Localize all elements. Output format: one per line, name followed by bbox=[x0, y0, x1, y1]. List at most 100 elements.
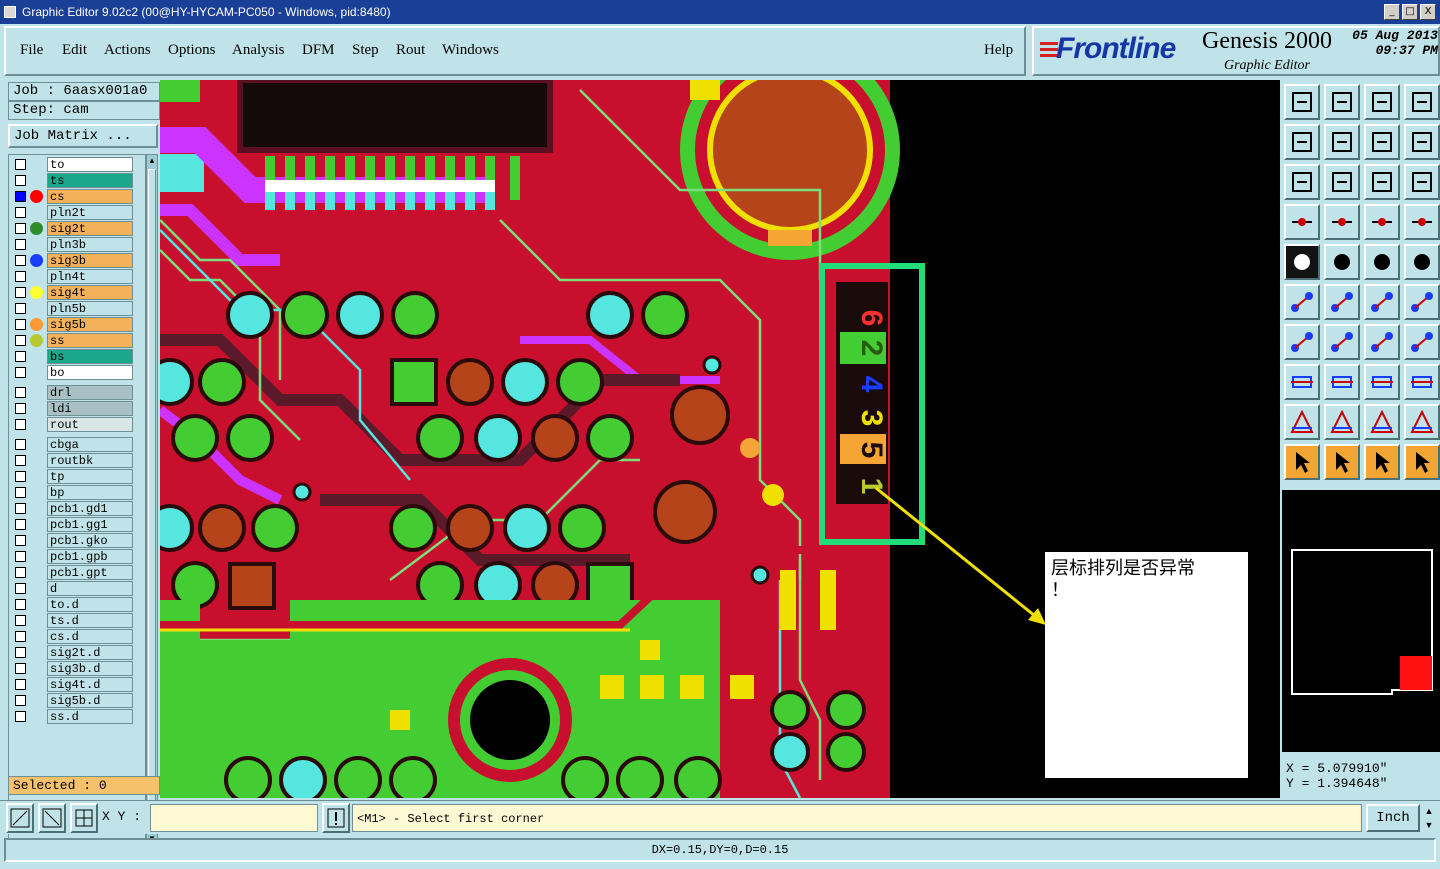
layer-row-sig5b[interactable]: sig5b bbox=[11, 317, 133, 332]
layer-row-pln5b[interactable]: pln5b bbox=[11, 301, 133, 316]
zoom-panel-icon[interactable] bbox=[1404, 84, 1440, 120]
layer-row-pcb1-gko[interactable]: pcb1.gko bbox=[11, 533, 133, 548]
layer-row-sig4t[interactable]: sig4t bbox=[11, 285, 133, 300]
layer-name[interactable]: ss.d bbox=[47, 709, 133, 724]
menu-rout[interactable]: Rout bbox=[396, 42, 425, 59]
menu-file[interactable]: File bbox=[20, 42, 43, 59]
menu-options[interactable]: Options bbox=[168, 42, 216, 59]
layer-color-dot[interactable] bbox=[30, 190, 43, 203]
layer-checkbox[interactable] bbox=[15, 487, 26, 498]
layer-name[interactable]: ldi bbox=[47, 401, 133, 416]
layer-row-bs[interactable]: bs bbox=[11, 349, 133, 364]
layer-name[interactable]: ts bbox=[47, 173, 133, 188]
layer-name[interactable]: sig4t bbox=[47, 285, 133, 300]
layer-row-pln3b[interactable]: pln3b bbox=[11, 237, 133, 252]
layer-checkbox[interactable] bbox=[15, 519, 26, 530]
layer-checkbox[interactable] bbox=[15, 303, 26, 314]
menu-actions[interactable]: Actions bbox=[104, 42, 151, 59]
layer-name[interactable]: sig3b bbox=[47, 253, 133, 268]
layer-name[interactable]: pcb1.gpb bbox=[47, 549, 133, 564]
layer-checkbox[interactable] bbox=[15, 695, 26, 706]
minimize-button[interactable]: _ bbox=[1384, 4, 1400, 20]
layer-name[interactable]: bp bbox=[47, 485, 133, 500]
layer-name[interactable]: bo bbox=[47, 365, 133, 380]
layer-name[interactable]: sig5b bbox=[47, 317, 133, 332]
triangle-icon[interactable] bbox=[1284, 404, 1320, 440]
layer-name[interactable]: pln2t bbox=[47, 205, 133, 220]
layer-color-dot[interactable] bbox=[30, 222, 43, 235]
layer-checkbox[interactable] bbox=[15, 239, 26, 250]
layer-name[interactable]: sig5b.d bbox=[47, 693, 133, 708]
layer-checkbox[interactable] bbox=[15, 271, 26, 282]
layer-checkbox[interactable] bbox=[15, 367, 26, 378]
maximize-button[interactable]: □ bbox=[1402, 4, 1418, 20]
layer-row-sig2t-d[interactable]: sig2t.d bbox=[11, 645, 133, 660]
layer-row-cs-d[interactable]: cs.d bbox=[11, 629, 133, 644]
layer-checkbox[interactable] bbox=[15, 599, 26, 610]
unit-spin-icon[interactable]: ▲ ▼ bbox=[1422, 804, 1436, 832]
outline-icon[interactable] bbox=[1324, 244, 1360, 280]
layer-checkbox[interactable] bbox=[15, 287, 26, 298]
grid-icon[interactable] bbox=[70, 803, 98, 833]
triangle-outline-icon[interactable] bbox=[1324, 404, 1360, 440]
triangle-select-icon[interactable] bbox=[1364, 404, 1400, 440]
scroll-thumb[interactable] bbox=[148, 169, 156, 829]
layer-name[interactable]: pcb1.gpt bbox=[47, 565, 133, 580]
layer-checkbox[interactable] bbox=[15, 455, 26, 466]
layer-name[interactable]: rout bbox=[47, 417, 133, 432]
menu-windows[interactable]: Windows bbox=[442, 42, 499, 59]
layer-row-sig3b-d[interactable]: sig3b.d bbox=[11, 661, 133, 676]
layer-checkbox[interactable] bbox=[15, 551, 26, 562]
layer-row-pln4t[interactable]: pln4t bbox=[11, 269, 133, 284]
layer-name[interactable]: pln3b bbox=[47, 237, 133, 252]
slash-icon[interactable] bbox=[1324, 324, 1360, 360]
xy-input[interactable] bbox=[150, 804, 318, 832]
layer-name[interactable]: sig3b.d bbox=[47, 661, 133, 676]
fit-icon[interactable] bbox=[1284, 164, 1320, 200]
layer-checkbox[interactable] bbox=[15, 191, 26, 202]
layer-name[interactable]: cs bbox=[47, 189, 133, 204]
layer-checkbox[interactable] bbox=[15, 583, 26, 594]
layer-checkbox[interactable] bbox=[15, 403, 26, 414]
layer-name[interactable]: d bbox=[47, 581, 133, 596]
pan-right-icon[interactable] bbox=[1324, 124, 1360, 160]
layer-checkbox[interactable] bbox=[15, 159, 26, 170]
layer-name[interactable]: ss bbox=[47, 333, 133, 348]
layer-row-sig2t[interactable]: sig2t bbox=[11, 221, 133, 236]
pad-icon[interactable] bbox=[1284, 364, 1320, 400]
layer-name[interactable]: bs bbox=[47, 349, 133, 364]
layer-name[interactable]: sig2t bbox=[47, 221, 133, 236]
layer-name[interactable]: pcb1.gko bbox=[47, 533, 133, 548]
shapes-icon[interactable] bbox=[1404, 364, 1440, 400]
step-up-icon[interactable] bbox=[1284, 84, 1320, 120]
layer-row-sig3b[interactable]: sig3b bbox=[11, 253, 133, 268]
layer-checkbox[interactable] bbox=[15, 255, 26, 266]
close-button[interactable]: X bbox=[1420, 4, 1436, 20]
center-icon[interactable] bbox=[1324, 164, 1360, 200]
cross-icon[interactable] bbox=[1324, 284, 1360, 320]
dot-icon[interactable] bbox=[1404, 244, 1440, 280]
layer-checkbox[interactable] bbox=[15, 319, 26, 330]
pointer-route-icon[interactable] bbox=[1404, 444, 1440, 480]
layer-checkbox[interactable] bbox=[15, 615, 26, 626]
layer-checkbox[interactable] bbox=[15, 207, 26, 218]
layer-row-ts-d[interactable]: ts.d bbox=[11, 613, 133, 628]
layer-checkbox[interactable] bbox=[15, 711, 26, 722]
layer-color-dot[interactable] bbox=[30, 318, 43, 331]
layer-checkbox[interactable] bbox=[15, 351, 26, 362]
layer-row-pcb1-gpb[interactable]: pcb1.gpb bbox=[11, 549, 133, 564]
layer-swap-icon[interactable] bbox=[1404, 204, 1440, 240]
layer-name[interactable]: pln5b bbox=[47, 301, 133, 316]
home-icon[interactable] bbox=[1364, 84, 1400, 120]
layer-name[interactable]: cs.d bbox=[47, 629, 133, 644]
layer-row-ts[interactable]: ts bbox=[11, 173, 133, 188]
fill-icon[interactable] bbox=[1284, 244, 1320, 280]
layer-name[interactable]: cbga bbox=[47, 437, 133, 452]
layer-row-d[interactable]: d bbox=[11, 581, 133, 596]
settings-icon[interactable] bbox=[1284, 204, 1320, 240]
alert-icon[interactable] bbox=[322, 803, 350, 833]
layer-row-pcb1-gpt[interactable]: pcb1.gpt bbox=[11, 565, 133, 580]
triangle-arrow-icon[interactable] bbox=[1404, 404, 1440, 440]
layer-row-routbk[interactable]: routbk bbox=[11, 453, 133, 468]
layer-row-ss-d[interactable]: ss.d bbox=[11, 709, 133, 724]
